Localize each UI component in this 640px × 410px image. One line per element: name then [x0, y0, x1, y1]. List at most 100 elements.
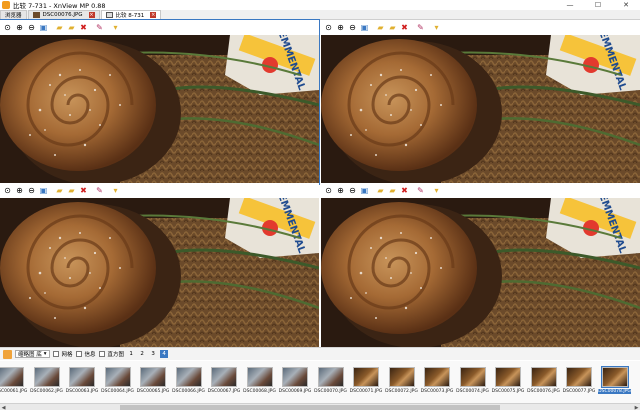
- compare-image[interactable]: [0, 35, 319, 184]
- layout-1-button[interactable]: 1: [127, 350, 135, 358]
- open-folder-icon[interactable]: ▰: [54, 185, 65, 196]
- compare-image[interactable]: [0, 198, 319, 347]
- zoom-out-icon[interactable]: ⊖: [347, 185, 358, 196]
- close-tab-icon[interactable]: ×: [150, 12, 157, 18]
- fullscreen-icon[interactable]: ▣: [38, 185, 49, 196]
- save-icon[interactable]: ▰: [387, 22, 398, 33]
- fullscreen-icon[interactable]: ▣: [359, 22, 370, 33]
- zoom-in-icon[interactable]: ⊕: [14, 185, 25, 196]
- compare-pane-4[interactable]: ⊙ ⊕ ⊖ ▣ ▰ ▰ ✖ ✎ ▾: [321, 183, 640, 347]
- thumbnail-image: [175, 367, 202, 387]
- compare-image[interactable]: [321, 198, 640, 347]
- filmstrip-thumb[interactable]: DSC00070.JPG: [314, 367, 348, 401]
- layout-4-button[interactable]: 4: [160, 350, 169, 358]
- thumbnail-image: [211, 367, 237, 387]
- compare-pane-3[interactable]: ⊙ ⊕ ⊖ ▣ ▰ ▰ ✖ ✎ ▾: [0, 183, 319, 347]
- zoom-out-icon[interactable]: ⊖: [26, 185, 37, 196]
- close-button[interactable]: ✕: [612, 0, 640, 10]
- filmstrip-thumb[interactable]: DSC00077.JPG: [562, 367, 596, 401]
- compare-pane-1[interactable]: ⊙ ⊕ ⊖ ▣ ▰ ▰ ✖ ✎ ▾: [0, 19, 320, 185]
- save-icon[interactable]: ▰: [387, 185, 398, 196]
- thumbnail-label: DSC00072.JPG: [385, 389, 418, 394]
- more-icon[interactable]: ▾: [110, 22, 121, 33]
- maximize-button[interactable]: ☐: [584, 0, 612, 10]
- filmstrip-thumb[interactable]: DSC00066.JPG: [172, 367, 206, 401]
- thumbnail-image: [424, 367, 450, 387]
- filmstrip-thumb[interactable]: DSC00072.JPG: [385, 367, 419, 401]
- tag-icon[interactable]: ✎: [94, 22, 105, 33]
- save-icon[interactable]: ▰: [66, 22, 77, 33]
- filmstrip-thumb[interactable]: DSC00061.JPG: [0, 367, 28, 401]
- chevron-down-icon: ▾: [43, 351, 47, 357]
- layout-3-button[interactable]: 3: [149, 350, 157, 358]
- more-icon[interactable]: ▾: [431, 185, 442, 196]
- thumbnail-image: [33, 367, 60, 387]
- scroll-left-icon[interactable]: ◀: [0, 404, 7, 410]
- filmstrip-thumb[interactable]: DSC00073.JPG: [420, 367, 454, 401]
- delete-icon[interactable]: ✖: [78, 22, 89, 33]
- more-icon[interactable]: ▾: [110, 185, 121, 196]
- filmstrip-thumb[interactable]: DSC00071.JPG: [349, 367, 383, 401]
- filmstrip-thumb[interactable]: DSC00076.JPG: [527, 367, 561, 401]
- close-tab-icon[interactable]: ×: [88, 12, 95, 18]
- thumbnail-position-value: 缩略图 底: [18, 352, 42, 358]
- fullscreen-icon[interactable]: ▣: [359, 185, 370, 196]
- grid-checkbox[interactable]: [52, 351, 59, 357]
- fullscreen-icon[interactable]: ▣: [38, 22, 49, 33]
- open-folder-icon[interactable]: ▰: [375, 22, 386, 33]
- filmstrip-thumb[interactable]: DSC00075.JPG: [491, 367, 525, 401]
- filmstrip-thumb[interactable]: DSC00065.JPG: [136, 367, 170, 401]
- scrollbar-thumb[interactable]: [120, 405, 500, 410]
- zoom-fit-icon[interactable]: ⊙: [323, 22, 334, 33]
- thumbnail-label: DSC00063.JPG: [65, 389, 99, 394]
- compare-image[interactable]: [321, 35, 640, 184]
- thumbnail-image: [566, 367, 592, 387]
- open-folder-icon[interactable]: ▰: [54, 22, 65, 33]
- thumbnail-position-select[interactable]: 缩略图 底 ▾: [15, 350, 50, 358]
- info-checkbox[interactable]: [75, 351, 82, 357]
- save-icon[interactable]: ▰: [66, 185, 77, 196]
- filmstrip-thumb[interactable]: DSC00078.JPG: [598, 366, 632, 401]
- compare-pane-2[interactable]: ⊙ ⊕ ⊖ ▣ ▰ ▰ ✖ ✎ ▾: [321, 20, 640, 184]
- pane-toolbar: ⊙ ⊕ ⊖ ▣ ▰ ▰ ✖ ✎ ▾: [0, 20, 319, 35]
- delete-icon[interactable]: ✖: [78, 185, 89, 196]
- tag-icon[interactable]: ✎: [415, 22, 426, 33]
- filmstrip-thumb[interactable]: DSC00063.JPG: [65, 367, 99, 401]
- more-icon[interactable]: ▾: [431, 22, 442, 33]
- tag-icon[interactable]: ✎: [94, 185, 105, 196]
- filmstrip-thumb[interactable]: DSC00062.JPG: [30, 367, 64, 401]
- filmstrip-thumb[interactable]: DSC00064.JPG: [101, 367, 135, 401]
- zoom-in-icon[interactable]: ⊕: [14, 22, 25, 33]
- tab-browser[interactable]: 浏览器: [0, 10, 27, 19]
- zoom-out-icon[interactable]: ⊖: [347, 22, 358, 33]
- tab-compare[interactable]: 比较 8-731 ×: [100, 10, 162, 19]
- zoom-fit-icon[interactable]: ⊙: [2, 185, 13, 196]
- delete-icon[interactable]: ✖: [399, 185, 410, 196]
- tag-icon[interactable]: ✎: [415, 185, 426, 196]
- compare-options-bar: 缩略图 底 ▾ 网格 信息 直方图 1 2 3 4: [0, 347, 640, 360]
- thumbnail-image: [317, 367, 344, 387]
- thumbnail-image: [140, 367, 166, 387]
- image-thumb-icon: [32, 12, 40, 18]
- zoom-in-icon[interactable]: ⊕: [335, 185, 346, 196]
- open-folder-icon[interactable]: ▰: [375, 185, 386, 196]
- thumbnail-label: DSC00064.JPG: [101, 389, 134, 394]
- zoom-in-icon[interactable]: ⊕: [335, 22, 346, 33]
- thumbnail-label: DSC00068.JPG: [243, 389, 276, 394]
- zoom-fit-icon[interactable]: ⊙: [323, 185, 334, 196]
- scroll-right-icon[interactable]: ▶: [633, 404, 640, 410]
- zoom-fit-icon[interactable]: ⊙: [2, 22, 13, 33]
- filmstrip-thumb[interactable]: DSC00067.JPG: [207, 367, 241, 401]
- tab-image[interactable]: DSC00076.JPG ×: [27, 10, 100, 19]
- filmstrip-thumb[interactable]: DSC00068.JPG: [243, 367, 277, 401]
- filmstrip-thumb[interactable]: DSC00069.JPG: [278, 367, 312, 401]
- pane-toolbar: ⊙ ⊕ ⊖ ▣ ▰ ▰ ✖ ✎ ▾: [321, 183, 640, 198]
- delete-icon[interactable]: ✖: [399, 22, 410, 33]
- zoom-out-icon[interactable]: ⊖: [26, 22, 37, 33]
- histogram-checkbox[interactable]: [98, 351, 105, 357]
- window-controls: — ☐ ✕: [556, 0, 640, 10]
- layout-2-button[interactable]: 2: [138, 350, 146, 358]
- minimize-button[interactable]: —: [556, 0, 584, 10]
- filmstrip-scrollbar[interactable]: ◀ ▶: [0, 403, 640, 410]
- filmstrip-thumb[interactable]: DSC00074.JPG: [456, 367, 490, 401]
